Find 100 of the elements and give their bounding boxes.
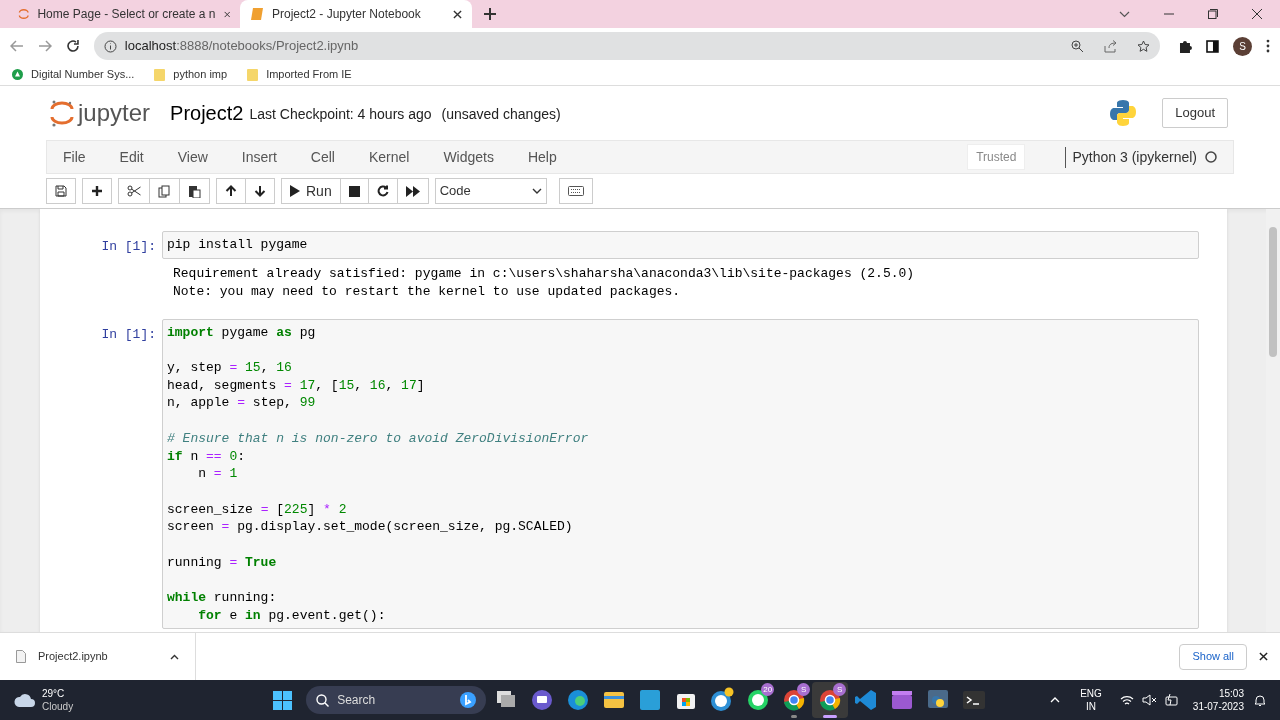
weather-text: Cloudy — [42, 700, 74, 713]
windows-start-icon[interactable] — [273, 690, 293, 710]
close-icon[interactable] — [1252, 9, 1262, 19]
info-icon — [103, 39, 117, 53]
code-line: n, apple = step, 99 — [167, 394, 317, 413]
stop-icon — [348, 185, 360, 197]
profile-avatar[interactable]: S — [1233, 36, 1253, 56]
folder-icon — [154, 68, 166, 81]
menu-item[interactable]: Help — [527, 146, 557, 168]
copy-icon — [158, 184, 171, 198]
bell-icon[interactable] — [1254, 693, 1266, 707]
menu-item[interactable]: Edit — [119, 146, 144, 168]
more-icon[interactable] — [1266, 39, 1270, 53]
cut-button[interactable] — [118, 178, 150, 204]
side-panel-icon[interactable] — [1206, 39, 1220, 53]
logout-button[interactable]: Logout — [1162, 98, 1228, 128]
temperature: 29°C — [42, 687, 66, 700]
muted-speaker-icon[interactable] — [1141, 694, 1157, 706]
address-bar[interactable]: localhost:8888/notebooks/Project2.ipynb — [93, 32, 1161, 60]
save-icon — [55, 185, 67, 197]
cell-output: Requirement already satisfied: pygame in c:\users\shaharsha\anaconda3\lib\site-packages (2.5.0) Note: you may need to restart the kernel to use updated packages. — [173, 264, 916, 301]
code-line: running = True — [167, 553, 278, 572]
close-icon[interactable] — [1259, 652, 1268, 661]
play-icon — [290, 185, 300, 197]
star-icon[interactable] — [1137, 39, 1151, 53]
chevron-up-icon[interactable] — [170, 653, 179, 660]
code-input[interactable] — [162, 318, 1199, 630]
drive-icon — [12, 69, 23, 80]
bookmark[interactable]: Imported From IE — [247, 66, 352, 83]
taskbar-app[interactable]: S — [776, 682, 813, 718]
notification-badge: 20 — [761, 683, 775, 696]
taskbar-app[interactable]: 20 — [740, 682, 777, 718]
trusted-indicator[interactable]: Trusted — [967, 144, 1026, 170]
menu-item[interactable]: Insert — [241, 146, 277, 168]
jupyter-logo-icon — [50, 99, 74, 127]
menu-item[interactable]: Widgets — [443, 146, 494, 168]
code-input[interactable]: pip install pygame — [162, 231, 1199, 259]
active-indicator — [823, 715, 838, 718]
notebook-name[interactable]: Project2 — [170, 98, 244, 128]
notebook-icon — [250, 7, 264, 21]
paste-icon — [188, 184, 201, 198]
file-icon — [16, 650, 26, 663]
cloud-icon — [14, 693, 36, 707]
close-icon[interactable] — [453, 9, 462, 19]
move-up-button[interactable] — [216, 178, 246, 204]
run-button[interactable]: Run — [281, 178, 341, 204]
menu-item[interactable]: View — [177, 146, 208, 168]
interrupt-button[interactable] — [340, 178, 369, 204]
menu-item[interactable]: Cell — [310, 146, 335, 168]
move-down-button[interactable] — [246, 178, 275, 204]
kernel-name[interactable]: Python 3 (ipykernel) — [1065, 146, 1197, 168]
keyboard-icon — [567, 186, 584, 196]
url-text: localhost:8888/notebooks/Project2.ipynb — [124, 37, 360, 56]
code-line: n = 1 — [197, 465, 239, 483]
logo-text: jupyter — [78, 101, 151, 125]
show-all-button[interactable]: Show all — [1179, 643, 1247, 670]
bookmark[interactable]: python imp — [154, 66, 228, 83]
wifi-icon[interactable] — [1119, 694, 1134, 706]
save-status: (unsaved changes) — [441, 105, 561, 124]
new-tab-icon[interactable] — [484, 8, 496, 20]
puzzle-icon[interactable] — [1178, 39, 1193, 53]
back-arrow-icon[interactable] — [10, 39, 24, 53]
battery-icon[interactable] — [1164, 694, 1179, 706]
command-palette-button[interactable] — [558, 178, 593, 204]
active-indicator — [791, 715, 798, 718]
zoom-icon[interactable] — [1071, 39, 1085, 53]
scissors-icon — [127, 185, 141, 197]
save-button[interactable] — [46, 178, 76, 204]
code-line: screen = pg.display.set_mode(screen_size, pg.SCALED) — [167, 518, 574, 536]
menu-item[interactable]: File — [63, 146, 86, 168]
input-prompt: In [1]: — [100, 325, 157, 344]
reload-icon[interactable] — [65, 39, 80, 53]
taskbar-search[interactable]: Search — [306, 686, 487, 714]
paste-button[interactable] — [180, 178, 210, 204]
arrow-up-icon — [225, 185, 237, 197]
tab-title: Home Page - Select or create a n — [37, 6, 216, 23]
code-line: while running: — [167, 589, 278, 607]
browser-tab[interactable]: Project2 - Jupyter Notebook — [240, 0, 472, 28]
restore-icon[interactable] — [1208, 9, 1218, 19]
folder-icon — [247, 68, 259, 81]
cell-type-select[interactable]: Code — [434, 178, 547, 204]
bookmark[interactable]: Digital Number Sys... — [12, 66, 135, 83]
code-line: head, segments = 17, [15, 16, 17] — [167, 376, 426, 395]
forward-arrow-icon[interactable] — [37, 39, 52, 53]
run-all-button[interactable] — [397, 178, 429, 204]
restart-button[interactable] — [368, 178, 398, 204]
code-line: pip install pygame — [167, 236, 309, 254]
taskbar-app[interactable]: S — [812, 682, 849, 718]
restart-icon — [376, 185, 389, 197]
bing-icon — [460, 692, 477, 708]
share-icon[interactable] — [1104, 39, 1118, 53]
jupyter-logo[interactable]: jupyter — [50, 99, 151, 127]
browser-tab[interactable]: Home Page - Select or create a n — [8, 0, 240, 28]
clock[interactable]: 15:03 31-07-2023 — [1192, 687, 1244, 713]
language-indicator[interactable]: ENG IN — [1080, 687, 1102, 713]
plus-icon — [91, 185, 103, 197]
insert-cell-button[interactable] — [82, 178, 112, 204]
scrollbar[interactable] — [1266, 209, 1280, 632]
menu-item[interactable]: Kernel — [368, 146, 410, 168]
chevron-down-icon[interactable] — [1119, 10, 1130, 18]
